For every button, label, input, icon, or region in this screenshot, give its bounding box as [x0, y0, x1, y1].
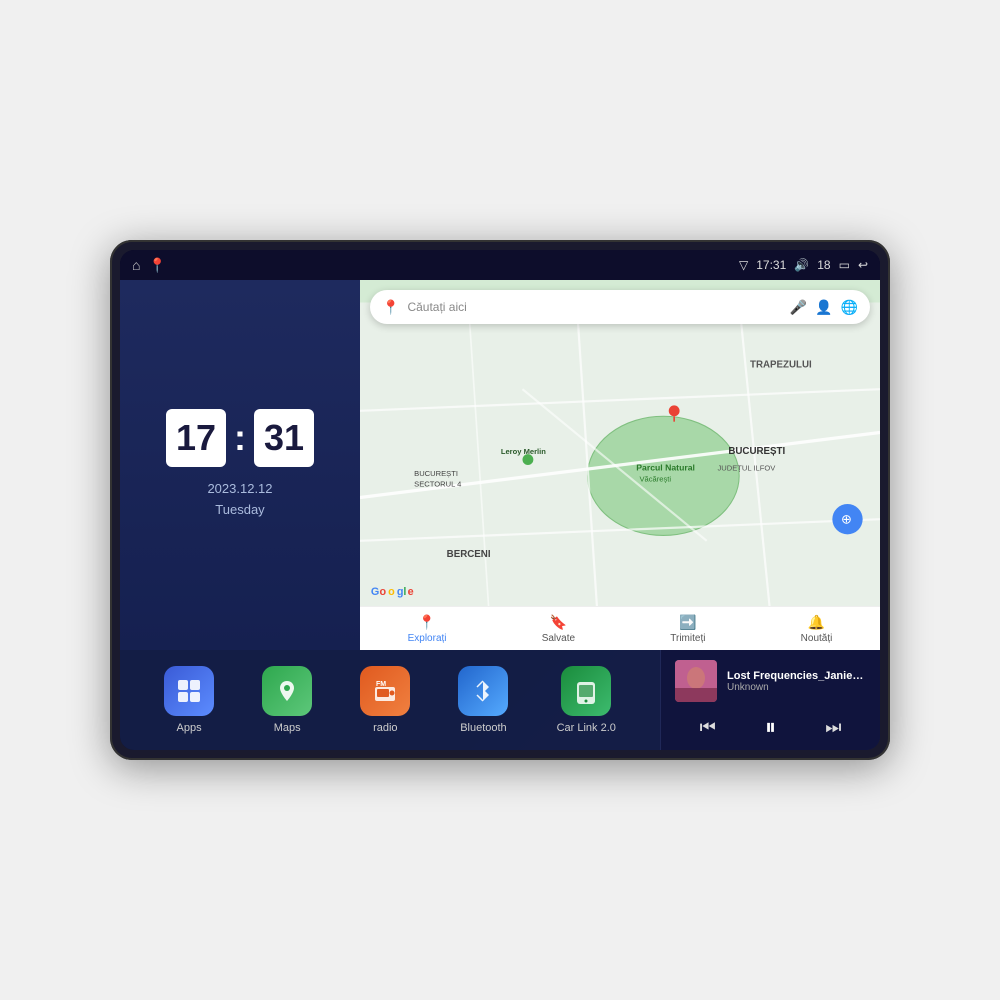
app-icon-maps[interactable]: Maps	[262, 666, 312, 734]
app-icon-carlink[interactable]: Car Link 2.0	[557, 666, 616, 734]
saved-icon: 🔖	[550, 614, 567, 631]
clock-colon: :	[234, 417, 246, 459]
clock-hour: 17	[166, 409, 226, 467]
music-info: Lost Frequencies_Janieck Devy-... Unknow…	[727, 670, 866, 693]
map-bottom-navigation: 📍 Explorați 🔖 Salvate ➡️ Trimiteți	[360, 606, 880, 650]
svg-text:⊕: ⊕	[841, 512, 852, 527]
news-label: Noutăți	[801, 633, 833, 644]
map-nav-saved[interactable]: 🔖 Salvate	[542, 614, 575, 644]
status-time: 17:31	[756, 258, 786, 272]
svg-text:SECTORUL 4: SECTORUL 4	[414, 480, 461, 489]
map-area[interactable]: Parcul Natural Văcărești	[360, 280, 880, 650]
svg-text:o: o	[380, 586, 387, 598]
main-content: 17 : 31 2023.12.12 Tuesday	[120, 280, 880, 750]
saved-label: Salvate	[542, 633, 575, 644]
apps-area: Apps Maps	[120, 650, 660, 750]
album-art	[675, 660, 717, 702]
bluetooth-icon-img	[458, 666, 508, 716]
top-row: 17 : 31 2023.12.12 Tuesday	[120, 280, 880, 650]
play-pause-button[interactable]: ⏸	[757, 710, 784, 744]
signal-icon: ▽	[739, 258, 748, 272]
clock-widget: 17 : 31 2023.12.12 Tuesday	[120, 280, 360, 650]
bluetooth-label: Bluetooth	[460, 722, 506, 734]
music-top: Lost Frequencies_Janieck Devy-... Unknow…	[675, 660, 866, 702]
volume-icon: 🔊	[794, 258, 809, 272]
map-nav-news[interactable]: 🔔 Noutăți	[801, 614, 833, 644]
svg-text:BERCENI: BERCENI	[447, 549, 491, 560]
prev-button[interactable]: ⏮	[692, 713, 724, 742]
next-button[interactable]: ⏭	[817, 713, 849, 742]
maps-pin-icon: 📍	[382, 299, 399, 316]
music-artist: Unknown	[727, 682, 866, 693]
battery-icon: ▭	[839, 258, 850, 272]
svg-text:FM: FM	[376, 681, 386, 688]
map-nav-send[interactable]: ➡️ Trimiteți	[670, 614, 705, 644]
account-icon[interactable]: 👤	[815, 299, 832, 316]
map-background: Parcul Natural Văcărești	[360, 280, 880, 650]
svg-text:Leroy Merlin: Leroy Merlin	[501, 447, 546, 456]
send-icon: ➡️	[679, 614, 696, 631]
maps-icon-img	[262, 666, 312, 716]
layers-icon[interactable]: 🌐	[841, 299, 858, 316]
status-right: ▽ 17:31 🔊 18 ▭ ↩	[739, 258, 868, 272]
bottom-row: Apps Maps	[120, 650, 880, 750]
maps-status-icon[interactable]: 📍	[148, 257, 165, 274]
album-art-image	[675, 660, 717, 702]
app-icon-apps[interactable]: Apps	[164, 666, 214, 734]
radio-label: radio	[373, 722, 397, 734]
svg-text:e: e	[408, 586, 414, 598]
search-placeholder: Căutați aici	[407, 300, 781, 314]
carlink-icon-img	[561, 666, 611, 716]
svg-text:TRAPEZULUI: TRAPEZULUI	[750, 360, 812, 371]
clock-minute: 31	[254, 409, 314, 467]
svg-text:JUDEȚUL ILFOV: JUDEȚUL ILFOV	[718, 463, 777, 472]
status-bar: ⌂ 📍 ▽ 17:31 🔊 18 ▭ ↩	[120, 250, 880, 280]
svg-text:Parcul Natural: Parcul Natural	[636, 462, 695, 472]
svg-text:G: G	[371, 586, 379, 598]
maps-label: Maps	[274, 722, 301, 734]
explore-icon: 📍	[418, 614, 435, 631]
svg-text:BUCUREȘTI: BUCUREȘTI	[414, 469, 458, 478]
radio-icon-img: FM	[360, 666, 410, 716]
apps-icon-img	[164, 666, 214, 716]
app-icon-bluetooth[interactable]: Bluetooth	[458, 666, 508, 734]
microphone-icon[interactable]: 🎤	[790, 299, 807, 316]
explore-label: Explorați	[408, 633, 447, 644]
map-nav-explore[interactable]: 📍 Explorați	[408, 614, 447, 644]
screen: ⌂ 📍 ▽ 17:31 🔊 18 ▭ ↩ 17 : 31	[120, 250, 880, 750]
apps-label: Apps	[177, 722, 202, 734]
svg-text:BUCUREȘTI: BUCUREȘTI	[728, 446, 785, 457]
status-left: ⌂ 📍	[132, 257, 166, 274]
clock-date: 2023.12.12 Tuesday	[207, 479, 272, 521]
send-label: Trimiteți	[670, 633, 705, 644]
svg-text:Văcărești: Văcărești	[640, 474, 672, 483]
volume-level: 18	[817, 258, 830, 272]
app-icon-radio[interactable]: FM radio	[360, 666, 410, 734]
svg-text:l: l	[403, 586, 406, 598]
device: ⌂ 📍 ▽ 17:31 🔊 18 ▭ ↩ 17 : 31	[110, 240, 890, 760]
music-controls: ⏮ ⏸ ⏭	[675, 710, 866, 744]
map-search-bar[interactable]: 📍 Căutați aici 🎤 👤 🌐	[370, 290, 870, 324]
back-icon[interactable]: ↩	[858, 258, 868, 272]
clock-display: 17 : 31	[166, 409, 314, 467]
music-title: Lost Frequencies_Janieck Devy-...	[727, 670, 866, 682]
music-player: Lost Frequencies_Janieck Devy-... Unknow…	[660, 650, 880, 750]
home-icon[interactable]: ⌂	[132, 257, 140, 273]
carlink-label: Car Link 2.0	[557, 722, 616, 734]
news-icon: 🔔	[808, 614, 825, 631]
svg-text:o: o	[388, 586, 395, 598]
